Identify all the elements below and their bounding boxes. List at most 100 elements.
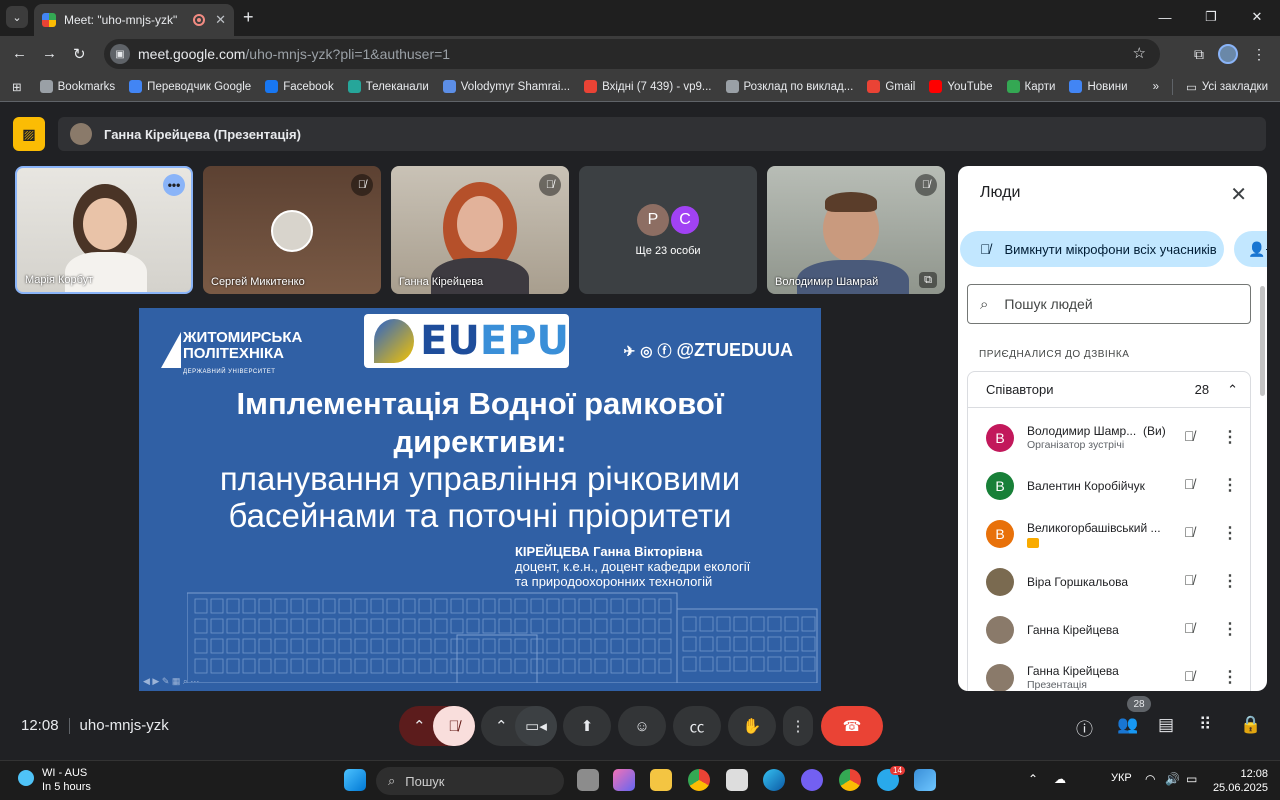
chrome-icon[interactable]	[688, 769, 710, 791]
mic-off-icon[interactable]: 🎙̸	[1184, 524, 1195, 540]
battery-icon[interactable]: ▭	[1186, 772, 1197, 786]
apps-grid-icon[interactable]: ⊞	[12, 80, 22, 94]
people-icon[interactable]: 👥	[1117, 715, 1138, 735]
chevron-up-icon[interactable]: ⌃	[1227, 382, 1238, 398]
bookmark-item[interactable]: Новини	[1069, 80, 1128, 93]
more-vert-icon[interactable]: ⋮	[1222, 619, 1238, 639]
weather-widget[interactable]: WI - AUS In 5 hours	[18, 766, 91, 794]
participant-row[interactable]: Ганна Кірейцева Презентація 🎙̸ ⋮	[968, 654, 1252, 691]
language-indicator[interactable]: УКР	[1111, 772, 1132, 784]
participant-row[interactable]: Віра Горшкальова 🎙̸ ⋮	[968, 558, 1252, 606]
tab-search-dropdown[interactable]: ⌄	[6, 6, 28, 28]
participant-row[interactable]: В Великогорбашівський ... 🎙̸ ⋮	[968, 510, 1252, 558]
raise-hand-button[interactable]: ✋	[728, 706, 776, 746]
bookmark-item[interactable]: Розклад по виклад...	[725, 80, 853, 93]
file-explorer-icon[interactable]	[650, 769, 672, 791]
browser-menu-icon[interactable]: ⋮	[1252, 46, 1266, 63]
participant-row[interactable]: В Валентин Коробійчук 🎙̸ ⋮	[968, 462, 1252, 510]
panel-scrollbar[interactable]	[1260, 286, 1265, 396]
bookmark-item[interactable]: Volodymyr Shamrai...	[442, 80, 570, 93]
mic-off-icon[interactable]: 🎙̸	[1184, 476, 1195, 492]
more-vert-icon[interactable]: ⋮	[1222, 571, 1238, 591]
more-vert-icon[interactable]: ⋮	[1222, 475, 1238, 495]
clock[interactable]: 12:08 25.06.2025	[1213, 767, 1268, 795]
more-options-button[interactable]: ⋮	[783, 706, 813, 746]
more-vert-icon[interactable]: ⋮	[1222, 523, 1238, 543]
new-tab-button[interactable]: +	[243, 7, 254, 28]
store-icon[interactable]	[726, 769, 748, 791]
presentation-icon[interactable]: ▨	[13, 117, 45, 151]
tab-meet[interactable]: Meet: "uho-mnjs-yzk" ✕	[34, 4, 234, 36]
start-icon[interactable]	[344, 769, 366, 791]
wifi-icon[interactable]: ◠	[1145, 772, 1155, 786]
all-bookmarks-link[interactable]: Усі закладки	[1202, 81, 1268, 93]
participant-row[interactable]: Ганна Кірейцева 🎙̸ ⋮	[968, 606, 1252, 654]
participant-tile[interactable]: 🎙̸ Ганна Кірейцева	[391, 166, 569, 294]
bookmark-star-icon[interactable]: ☆	[1133, 44, 1146, 62]
slide-navigation[interactable]: ◀ ▶ ✎ ▦ ⌕ ⋯	[143, 676, 199, 687]
bookmark-item[interactable]: Gmail	[867, 80, 915, 93]
minimize-button[interactable]: —	[1142, 0, 1188, 34]
pip-icon[interactable]: ⧉	[919, 272, 937, 288]
more-participants-tile[interactable]: Р С Ще 23 особи	[579, 166, 757, 294]
mic-toggle-button[interactable]: 🎙̸	[433, 706, 475, 746]
mic-off-icon[interactable]: 🎙̸	[1184, 668, 1195, 684]
present-screen-button[interactable]: ⬆	[563, 706, 611, 746]
participant-tile[interactable]: 🎙̸ Сергей Микитенко	[203, 166, 381, 294]
address-bar[interactable]: ▣ meet.google.com/uho-mnjs-yzk?pli=1&aut…	[104, 39, 1160, 69]
chat-icon[interactable]: ▤	[1158, 715, 1174, 735]
slide-title-line1: Імплементація Водної рамкової	[236, 386, 724, 421]
maximize-button[interactable]: ❐	[1188, 0, 1234, 34]
bookmark-item[interactable]: Переводчик Google	[129, 80, 251, 93]
activities-icon[interactable]: ⠿	[1199, 715, 1211, 735]
mic-off-icon[interactable]: 🎙̸	[1184, 620, 1195, 636]
profile-avatar[interactable]	[1218, 44, 1238, 64]
meeting-details-icon[interactable]: ⓘ	[1076, 715, 1093, 740]
mute-all-button[interactable]: 🎙̸ Вимкнути мікрофони всіх учасників	[960, 231, 1224, 267]
bookmark-item[interactable]: Карти	[1006, 80, 1055, 93]
more-bookmarks-icon[interactable]: »	[1153, 81, 1159, 93]
people-search-input[interactable]: ⌕ Пошук людей	[967, 284, 1251, 324]
camera-toggle-button[interactable]: ▭◂	[515, 706, 557, 746]
add-people-button[interactable]: 👤+	[1234, 231, 1267, 267]
leave-call-button[interactable]: ☎	[821, 706, 883, 746]
mic-off-icon[interactable]: 🎙̸	[1184, 428, 1195, 444]
chrome-profile-icon[interactable]	[839, 769, 861, 791]
more-vert-icon[interactable]: ⋮	[1222, 667, 1238, 687]
host-controls-icon[interactable]: 🔒	[1240, 715, 1261, 735]
close-tab-icon[interactable]: ✕	[215, 12, 226, 28]
bookmark-item[interactable]: Телеканали	[347, 80, 429, 93]
building-window	[514, 658, 528, 674]
bookmark-item[interactable]: YouTube	[929, 80, 993, 93]
volume-icon[interactable]: 🔊	[1165, 772, 1180, 786]
site-info-icon[interactable]: ▣	[110, 44, 130, 64]
edge-icon[interactable]	[763, 769, 785, 791]
back-button[interactable]: ←	[12, 45, 27, 62]
cohosts-header[interactable]: Співавтори 28 ⌃	[968, 372, 1250, 408]
taskbar-search[interactable]: ⌕ Пошук	[376, 767, 564, 795]
task-view-icon[interactable]	[577, 769, 599, 791]
bookmark-item[interactable]: Вхідні (7 439) - vp9...	[584, 80, 712, 93]
more-vert-icon[interactable]: ⋮	[1222, 427, 1238, 447]
participant-row[interactable]: В Володимир Шамр... Організатор зустрічі (В…	[968, 414, 1252, 462]
reload-button[interactable]: ↻	[73, 45, 86, 63]
bookmark-item[interactable]: Bookmarks	[39, 80, 115, 93]
reactions-button[interactable]: ☺	[618, 706, 666, 746]
captions-button[interactable]: ㏄	[673, 706, 721, 746]
copilot-icon[interactable]	[613, 769, 635, 791]
mic-off-icon[interactable]: 🎙̸	[1184, 572, 1195, 588]
bookmark-item[interactable]: Facebook	[265, 80, 334, 93]
participant-tile[interactable]: 🎙̸ ⧉ Володимир Шамрай	[767, 166, 945, 294]
close-panel-icon[interactable]: ✕	[1230, 182, 1247, 207]
onedrive-icon[interactable]: ☁	[1054, 772, 1066, 786]
slide-author: КІРЕЙЦЕВА Ганна Вікторівна доцент, к.е.н…	[515, 544, 750, 589]
clock-date: 25.06.2025	[1212, 782, 1268, 794]
more-options-icon[interactable]: •••	[163, 174, 185, 196]
photos-icon[interactable]	[914, 769, 936, 791]
extensions-icon[interactable]: ⧉	[1194, 46, 1204, 63]
chevron-up-icon[interactable]: ⌃	[1028, 772, 1038, 786]
close-window-button[interactable]: ✕	[1234, 0, 1280, 34]
participant-tile[interactable]: ••• Марія Корбут	[15, 166, 193, 294]
viber-icon[interactable]	[801, 769, 823, 791]
forward-button[interactable]: →	[42, 45, 57, 62]
